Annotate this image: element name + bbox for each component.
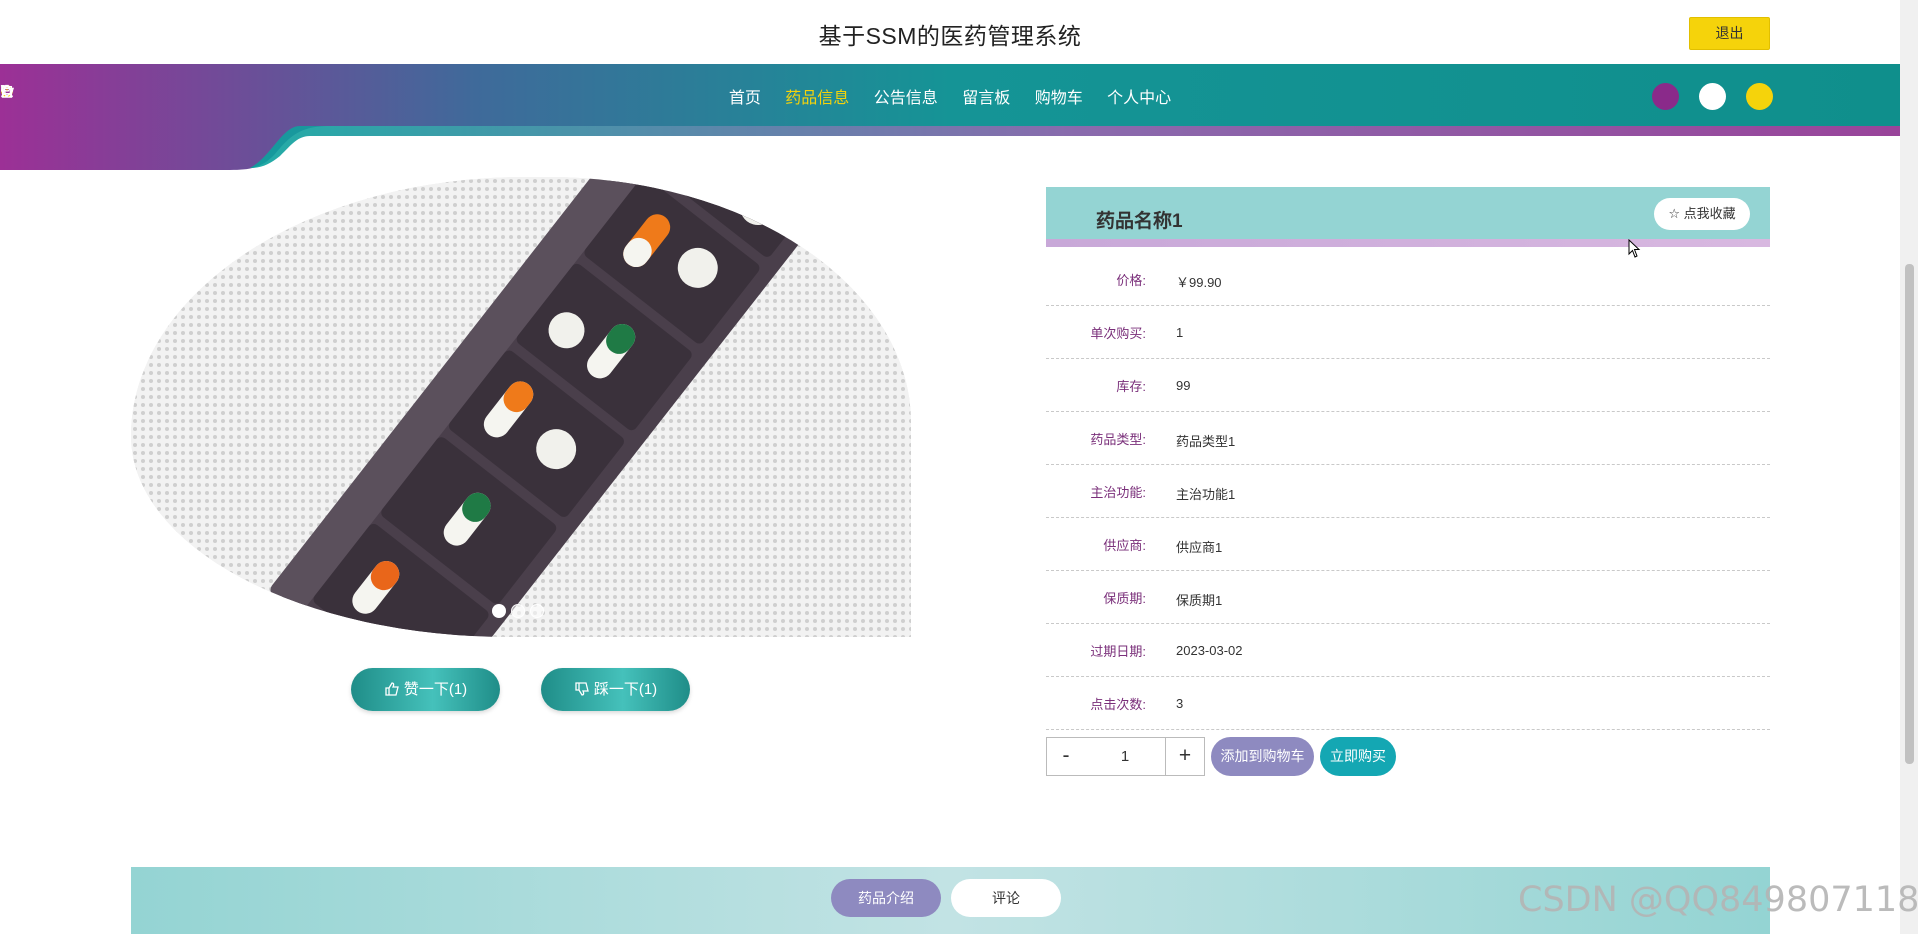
info-value: 99 <box>1176 378 1191 393</box>
carousel-dot[interactable] <box>492 604 506 618</box>
tab-medicine-intro[interactable]: 药品介绍 <box>831 879 941 917</box>
star-icon: ☆ <box>1668 206 1680 221</box>
logout-button[interactable]: 退出 <box>1689 17 1770 50</box>
header-accent-strip <box>1046 239 1770 247</box>
carousel-dot[interactable] <box>511 604 525 618</box>
info-value: 1 <box>1176 325 1184 340</box>
nav-item-label: 药品信息 <box>785 90 850 107</box>
info-row-supplier: 供应商: 供应商1 <box>1046 519 1770 571</box>
info-label: 点击次数: <box>1090 697 1146 712</box>
favorite-label: 点我收藏 <box>1683 206 1736 221</box>
product-image-carousel[interactable] <box>131 177 911 637</box>
product-header: 药品名称1 ☆ 点我收藏 <box>1046 187 1770 247</box>
nav-item-label: 公告信息 <box>873 90 938 107</box>
user-icon <box>1 85 13 98</box>
nav-item-label: 留言板 <box>962 90 1011 107</box>
like-button[interactable]: 赞一下(1) <box>351 668 500 711</box>
main-nav: 首页 药品信息 公告信息 留言板 购物车 个人中心 <box>0 84 1900 108</box>
nav-item-home[interactable]: 首页 <box>1 84 761 108</box>
nav-item-label: 首页 <box>728 90 761 107</box>
scrollbar-thumb[interactable] <box>1905 264 1914 764</box>
info-label: 库存: <box>1116 379 1146 394</box>
mouse-cursor-icon <box>1628 239 1641 258</box>
favorite-button[interactable]: ☆ 点我收藏 <box>1654 198 1750 230</box>
info-value: 保质期1 <box>1176 593 1223 608</box>
info-row-expiry-date: 过期日期: 2023-03-02 <box>1046 625 1770 677</box>
dislike-button[interactable]: 踩一下(1) <box>541 668 690 711</box>
info-value: 供应商1 <box>1176 540 1223 555</box>
info-row-stock: 库存: 99 <box>1046 360 1770 412</box>
nav-item-notice-info[interactable]: 公告信息 <box>1 84 938 108</box>
info-value: 主治功能1 <box>1176 487 1236 502</box>
product-name: 药品名称1 <box>1096 211 1183 232</box>
info-value: 3 <box>1176 696 1184 711</box>
info-label: 价格: <box>1116 273 1146 288</box>
nav-item-message-board[interactable]: 留言板 <box>1 84 1011 108</box>
tab-comments[interactable]: 评论 <box>951 879 1061 917</box>
nav-background <box>0 64 1900 170</box>
top-bar: 基于SSM的医药管理系统 退出 <box>0 0 1900 65</box>
product-info-table: 价格: ￥99.90 单次购买: 1 库存: 99 药品类型: 药品类型1 主治… <box>1046 254 1770 731</box>
add-to-cart-button[interactable]: 添加到购物车 <box>1211 737 1314 776</box>
info-label: 主治功能: <box>1090 485 1146 500</box>
info-value: 2023-03-02 <box>1176 643 1243 658</box>
like-label: 赞一下(1) <box>403 681 468 698</box>
theme-white-dot[interactable] <box>1699 83 1726 110</box>
info-row-per-purchase: 单次购买: 1 <box>1046 307 1770 359</box>
decrease-button[interactable]: - <box>1046 737 1086 776</box>
info-label: 保质期: <box>1103 591 1146 606</box>
info-label: 过期日期: <box>1090 644 1146 659</box>
info-row-type: 药品类型: 药品类型1 <box>1046 413 1770 465</box>
site-title: 基于SSM的医药管理系统 <box>818 23 1082 49</box>
nav-item-label: 购物车 <box>1034 90 1083 107</box>
watermark: CSDN @QQ849807118 <box>1518 880 1918 920</box>
info-row-function: 主治功能: 主治功能1 <box>1046 466 1770 518</box>
info-value: ￥99.90 <box>1176 275 1222 290</box>
info-value: 药品类型1 <box>1176 434 1236 449</box>
nav-item-medicine-info[interactable]: 药品信息 <box>1 84 850 108</box>
info-row-clicks: 点击次数: 3 <box>1046 678 1770 730</box>
info-row-shelf-life: 保质期: 保质期1 <box>1046 572 1770 624</box>
info-label: 药品类型: <box>1090 432 1146 447</box>
dislike-label: 踩一下(1) <box>593 681 658 698</box>
nav-item-label: 个人中心 <box>1107 90 1172 107</box>
info-label: 单次购买: <box>1090 326 1146 341</box>
pill-organizer-image <box>131 177 911 637</box>
quantity-input[interactable]: 1 <box>1085 737 1165 776</box>
increase-button[interactable]: + <box>1165 737 1205 776</box>
thumbs-down-icon <box>575 682 589 696</box>
info-label: 供应商: <box>1103 538 1146 553</box>
theme-yellow-dot[interactable] <box>1746 83 1773 110</box>
thumbs-up-icon <box>385 682 399 696</box>
theme-purple-dot[interactable] <box>1652 83 1679 110</box>
buy-now-button[interactable]: 立即购买 <box>1320 737 1396 776</box>
nav-item-cart[interactable]: 购物车 <box>0 84 1083 108</box>
nav-item-personal-center[interactable]: 个人中心 <box>1 84 1172 108</box>
info-row-price: 价格: ￥99.90 <box>1046 254 1770 306</box>
carousel-dots <box>492 604 549 623</box>
carousel-dot[interactable] <box>530 604 544 618</box>
nav-band: 首页 药品信息 公告信息 留言板 购物车 个人中心 <box>0 64 1900 174</box>
